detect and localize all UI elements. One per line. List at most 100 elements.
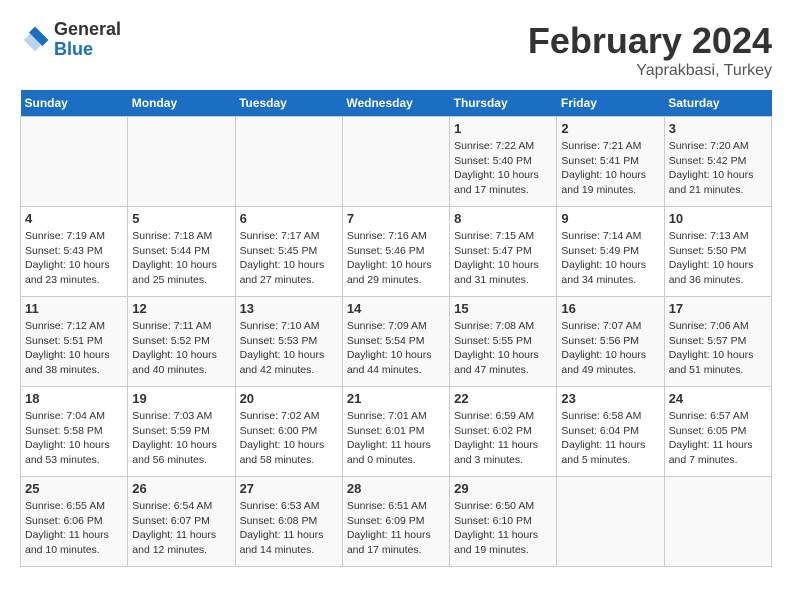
day-info: Sunrise: 7:02 AMSunset: 6:00 PMDaylight:… <box>240 409 338 468</box>
day-info: Sunrise: 7:21 AMSunset: 5:41 PMDaylight:… <box>561 139 659 198</box>
day-info: Sunrise: 7:18 AMSunset: 5:44 PMDaylight:… <box>132 229 230 288</box>
calendar-cell: 6 Sunrise: 7:17 AMSunset: 5:45 PMDaylight… <box>235 207 342 297</box>
calendar-cell <box>342 117 449 207</box>
calendar-cell: 11Sunrise: 7:12 AMSunset: 5:51 PMDayligh… <box>21 297 128 387</box>
calendar-cell <box>21 117 128 207</box>
day-info: Sunrise: 6:50 AMSunset: 6:10 PMDaylight:… <box>454 499 552 558</box>
day-info: Sunrise: 7:11 AMSunset: 5:52 PMDaylight:… <box>132 319 230 378</box>
day-number: 16 <box>561 301 659 316</box>
day-info: Sunrise: 6:53 AMSunset: 6:08 PMDaylight:… <box>240 499 338 558</box>
calendar-cell: 17 Sunrise: 7:06 AMSunset: 5:57 PMDayligh… <box>664 297 771 387</box>
calendar-cell: 18 Sunrise: 7:04 AMSunset: 5:58 PMDayligh… <box>21 387 128 477</box>
calendar-cell: 16 Sunrise: 7:07 AMSunset: 5:56 PMDayligh… <box>557 297 664 387</box>
day-info: Sunrise: 7:12 AMSunset: 5:51 PMDaylight:… <box>25 319 123 378</box>
day-number: 7 <box>347 211 445 226</box>
day-number: 22 <box>454 391 552 406</box>
day-number: 17 <box>669 301 767 316</box>
day-info: Sunrise: 7:04 AMSunset: 5:58 PMDaylight:… <box>25 409 123 468</box>
day-number: 19 <box>132 391 230 406</box>
day-number: 6 <box>240 211 338 226</box>
day-number: 13 <box>240 301 338 316</box>
day-number: 9 <box>561 211 659 226</box>
day-number: 18 <box>25 391 123 406</box>
subtitle: Yaprakbasi, Turkey <box>528 62 772 80</box>
day-number: 8 <box>454 211 552 226</box>
calendar-cell <box>664 477 771 567</box>
header-day: Monday <box>128 90 235 117</box>
main-title: February 2024 <box>528 20 772 62</box>
calendar-cell: 14 Sunrise: 7:09 AMSunset: 5:54 PMDayligh… <box>342 297 449 387</box>
day-number: 14 <box>347 301 445 316</box>
calendar-cell: 1 Sunrise: 7:22 AMSunset: 5:40 PMDaylight… <box>450 117 557 207</box>
header-day: Sunday <box>21 90 128 117</box>
calendar-cell: 23Sunrise: 6:58 AMSunset: 6:04 PMDayligh… <box>557 387 664 477</box>
day-info: Sunrise: 6:57 AMSunset: 6:05 PMDaylight:… <box>669 409 767 468</box>
calendar-cell: 22 Sunrise: 6:59 AMSunset: 6:02 PMDayligh… <box>450 387 557 477</box>
header-day: Friday <box>557 90 664 117</box>
calendar-cell <box>557 477 664 567</box>
logo-blue: Blue <box>54 40 121 60</box>
calendar-week-row: 18 Sunrise: 7:04 AMSunset: 5:58 PMDayligh… <box>21 387 772 477</box>
calendar-cell: 25 Sunrise: 6:55 AMSunset: 6:06 PMDayligh… <box>21 477 128 567</box>
calendar-cell: 26Sunrise: 6:54 AMSunset: 6:07 PMDayligh… <box>128 477 235 567</box>
day-info: Sunrise: 7:22 AMSunset: 5:40 PMDaylight:… <box>454 139 552 198</box>
day-number: 10 <box>669 211 767 226</box>
calendar-cell: 2Sunrise: 7:21 AMSunset: 5:41 PMDaylight… <box>557 117 664 207</box>
calendar-cell: 27 Sunrise: 6:53 AMSunset: 6:08 PMDayligh… <box>235 477 342 567</box>
day-info: Sunrise: 7:13 AMSunset: 5:50 PMDaylight:… <box>669 229 767 288</box>
header-day: Tuesday <box>235 90 342 117</box>
day-number: 5 <box>132 211 230 226</box>
day-info: Sunrise: 7:17 AMSunset: 5:45 PMDaylight:… <box>240 229 338 288</box>
calendar-cell: 3 Sunrise: 7:20 AMSunset: 5:42 PMDaylight… <box>664 117 771 207</box>
day-info: Sunrise: 7:10 AMSunset: 5:53 PMDaylight:… <box>240 319 338 378</box>
logo-icon <box>20 25 50 55</box>
page-header: General Blue February 2024 Yaprakbasi, T… <box>20 20 772 80</box>
calendar-week-row: 4Sunrise: 7:19 AMSunset: 5:43 PMDaylight… <box>21 207 772 297</box>
day-info: Sunrise: 6:55 AMSunset: 6:06 PMDaylight:… <box>25 499 123 558</box>
logo-text: General Blue <box>54 20 121 60</box>
day-info: Sunrise: 7:08 AMSunset: 5:55 PMDaylight:… <box>454 319 552 378</box>
calendar-cell: 10 Sunrise: 7:13 AMSunset: 5:50 PMDayligh… <box>664 207 771 297</box>
header-row: SundayMondayTuesdayWednesdayThursdayFrid… <box>21 90 772 117</box>
day-info: Sunrise: 7:03 AMSunset: 5:59 PMDaylight:… <box>132 409 230 468</box>
calendar-cell: 29 Sunrise: 6:50 AMSunset: 6:10 PMDayligh… <box>450 477 557 567</box>
calendar-cell: 21 Sunrise: 7:01 AMSunset: 6:01 PMDayligh… <box>342 387 449 477</box>
header-day: Wednesday <box>342 90 449 117</box>
calendar-cell: 13 Sunrise: 7:10 AMSunset: 5:53 PMDayligh… <box>235 297 342 387</box>
day-info: Sunrise: 6:59 AMSunset: 6:02 PMDaylight:… <box>454 409 552 468</box>
logo: General Blue <box>20 20 121 60</box>
day-info: Sunrise: 7:19 AMSunset: 5:43 PMDaylight:… <box>25 229 123 288</box>
calendar-week-row: 11Sunrise: 7:12 AMSunset: 5:51 PMDayligh… <box>21 297 772 387</box>
day-info: Sunrise: 6:58 AMSunset: 6:04 PMDaylight:… <box>561 409 659 468</box>
calendar-cell <box>235 117 342 207</box>
calendar-cell: 24 Sunrise: 6:57 AMSunset: 6:05 PMDayligh… <box>664 387 771 477</box>
day-number: 25 <box>25 481 123 496</box>
day-number: 29 <box>454 481 552 496</box>
day-info: Sunrise: 7:07 AMSunset: 5:56 PMDaylight:… <box>561 319 659 378</box>
calendar-cell: 8 Sunrise: 7:15 AMSunset: 5:47 PMDaylight… <box>450 207 557 297</box>
day-number: 1 <box>454 121 552 136</box>
day-number: 12 <box>132 301 230 316</box>
day-number: 27 <box>240 481 338 496</box>
calendar-cell: 9 Sunrise: 7:14 AMSunset: 5:49 PMDaylight… <box>557 207 664 297</box>
day-info: Sunrise: 7:15 AMSunset: 5:47 PMDaylight:… <box>454 229 552 288</box>
calendar-table: SundayMondayTuesdayWednesdayThursdayFrid… <box>20 90 772 567</box>
day-info: Sunrise: 7:01 AMSunset: 6:01 PMDaylight:… <box>347 409 445 468</box>
day-info: Sunrise: 7:09 AMSunset: 5:54 PMDaylight:… <box>347 319 445 378</box>
day-info: Sunrise: 7:16 AMSunset: 5:46 PMDaylight:… <box>347 229 445 288</box>
calendar-cell: 15 Sunrise: 7:08 AMSunset: 5:55 PMDayligh… <box>450 297 557 387</box>
day-info: Sunrise: 7:20 AMSunset: 5:42 PMDaylight:… <box>669 139 767 198</box>
header-day: Saturday <box>664 90 771 117</box>
logo-general: General <box>54 20 121 40</box>
day-number: 26 <box>132 481 230 496</box>
day-number: 3 <box>669 121 767 136</box>
day-info: Sunrise: 6:51 AMSunset: 6:09 PMDaylight:… <box>347 499 445 558</box>
day-number: 21 <box>347 391 445 406</box>
calendar-cell: 19 Sunrise: 7:03 AMSunset: 5:59 PMDayligh… <box>128 387 235 477</box>
day-number: 24 <box>669 391 767 406</box>
calendar-cell: 20Sunrise: 7:02 AMSunset: 6:00 PMDayligh… <box>235 387 342 477</box>
day-number: 15 <box>454 301 552 316</box>
day-info: Sunrise: 7:06 AMSunset: 5:57 PMDaylight:… <box>669 319 767 378</box>
calendar-week-row: 1 Sunrise: 7:22 AMSunset: 5:40 PMDaylight… <box>21 117 772 207</box>
day-info: Sunrise: 7:14 AMSunset: 5:49 PMDaylight:… <box>561 229 659 288</box>
